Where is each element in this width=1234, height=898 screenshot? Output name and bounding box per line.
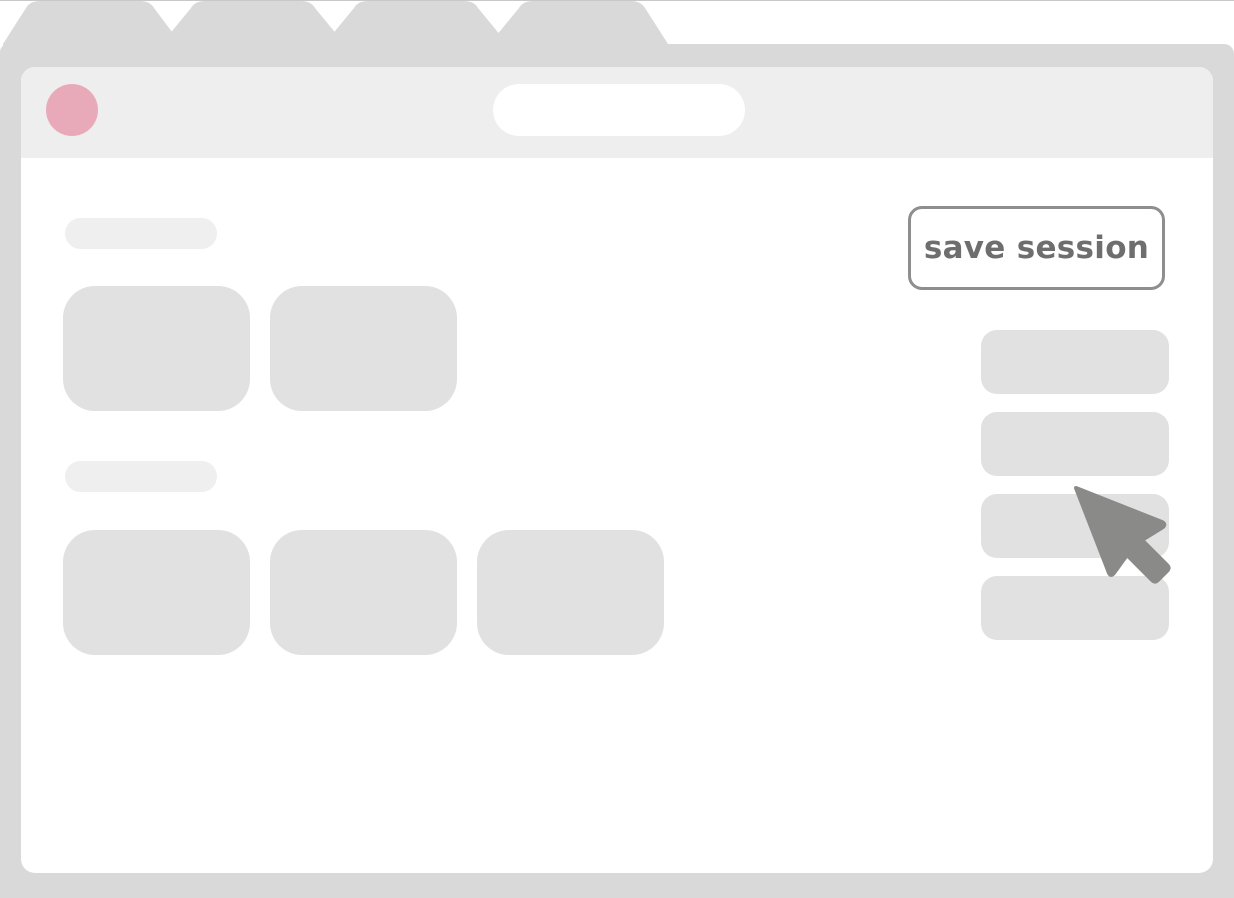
mouse-pointer-icon: [1074, 486, 1171, 584]
content-card[interactable]: [63, 530, 250, 655]
window-dot-icon[interactable]: [46, 84, 98, 136]
section-label: [65, 461, 217, 492]
browser-tab-2[interactable]: [168, 0, 338, 48]
content-card[interactable]: [270, 530, 457, 655]
address-bar[interactable]: [493, 84, 745, 136]
section-label: [65, 218, 217, 249]
content-card[interactable]: [477, 530, 664, 655]
content-card[interactable]: [63, 286, 250, 411]
content-card[interactable]: [270, 286, 457, 411]
side-list-item[interactable]: [981, 412, 1169, 476]
browser-screen: save session: [0, 0, 1234, 898]
browser-tab-3[interactable]: [331, 0, 501, 48]
side-list-item[interactable]: [981, 330, 1169, 394]
browser-toolbar: [21, 67, 1213, 158]
browser-tab-4[interactable]: [496, 0, 668, 48]
save-session-button[interactable]: save session: [908, 206, 1165, 290]
browser-tab-1[interactable]: [0, 0, 175, 48]
